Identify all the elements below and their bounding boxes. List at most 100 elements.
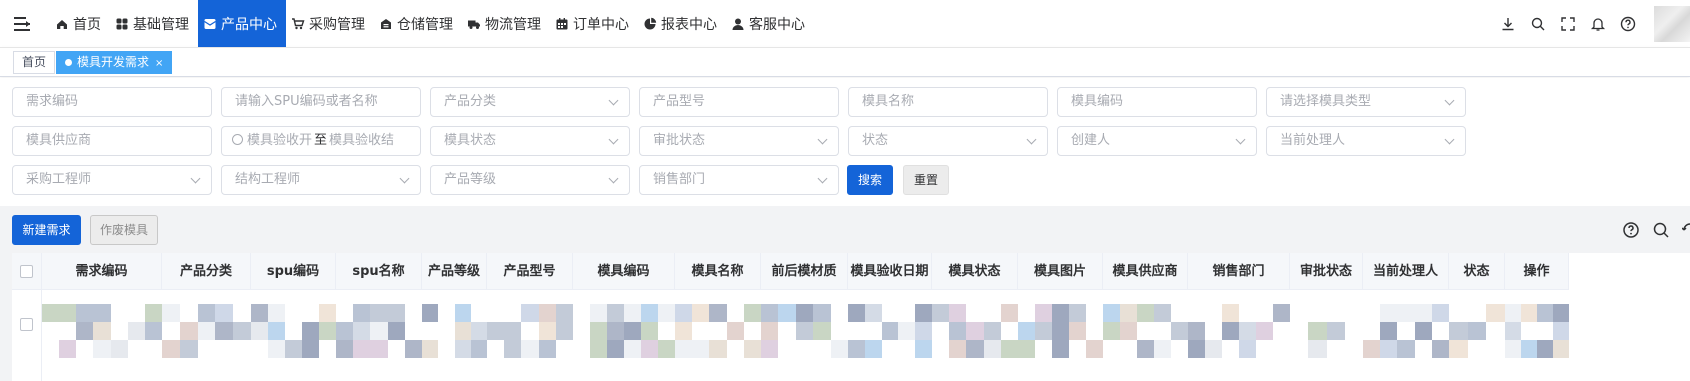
blurred-cell-content <box>370 340 388 358</box>
filter-select-row2-3[interactable]: 审批状态 <box>639 126 839 156</box>
filter-select-row1-6[interactable]: 请选择模具类型 <box>1266 87 1466 117</box>
blurred-cell-content <box>268 304 285 322</box>
filter-placeholder: 模具状态 <box>444 133 497 148</box>
collapse-sidebar-icon[interactable] <box>14 16 36 32</box>
search-icon[interactable] <box>1530 16 1546 32</box>
filter-input-row1-5[interactable]: 模具编码 <box>1057 87 1257 117</box>
blurred-cell-content <box>454 322 471 340</box>
blurred-cell-content <box>949 322 967 340</box>
blurred-cell-content <box>387 304 405 322</box>
blurred-cell-content <box>949 340 967 358</box>
blurred-cell-content <box>675 304 693 322</box>
column-header-3: spu名称 <box>336 253 422 290</box>
filter-input-row1-3[interactable]: 产品型号 <box>639 87 839 117</box>
column-header-11: 模具图片 <box>1018 253 1103 290</box>
blurred-cell-content <box>59 340 77 358</box>
blurred-cell-content <box>624 322 641 340</box>
column-header-14: 审批状态 <box>1290 253 1363 290</box>
tag-mold-demand[interactable]: 模具开发需求 × <box>56 51 173 74</box>
table-row[interactable] <box>12 290 1690 381</box>
new-demand-button[interactable]: 新建需求 <box>12 215 81 245</box>
nav-item-2[interactable]: 产品中心 <box>198 0 286 47</box>
blurred-cell-content <box>761 322 779 340</box>
nav-item-1[interactable]: 基础管理 <box>110 0 198 47</box>
blurred-cell-content <box>915 340 932 358</box>
blurred-cell-content <box>251 322 268 340</box>
filter-input-row1-0[interactable]: 需求编码 <box>12 87 212 117</box>
nav-item-7[interactable]: 报表中心 <box>638 0 726 47</box>
select-all-checkbox[interactable] <box>20 265 33 278</box>
column-header-6: 模具编码 <box>573 253 675 290</box>
nav-item-0[interactable]: 首页 <box>50 0 110 47</box>
blurred-cell-content <box>675 322 693 340</box>
filter-input-row1-4[interactable]: 模具名称 <box>848 87 1048 117</box>
blurred-cell-content <box>285 340 302 358</box>
blurred-cell-content <box>127 322 145 340</box>
search-button[interactable]: 搜索 <box>847 165 893 195</box>
blurred-cell-content <box>1521 304 1537 322</box>
bell-icon[interactable] <box>1590 16 1606 32</box>
blurred-cell-content <box>422 304 439 322</box>
column-header-16: 状态 <box>1449 253 1505 290</box>
blurred-cell-content <box>1449 322 1468 340</box>
main-menu: 首页 基础管理 产品中心 采购管理 仓储管理 物流管理 订单中心 报表中心 客服中心 <box>50 0 814 47</box>
table-section: 新建需求 作废模具 需求编码 产品分类 spu编码 spu名称 产品等级 产品型号 模具编码… <box>0 206 1690 381</box>
filter-placeholder: 当前处理人 <box>1280 133 1346 148</box>
avatar[interactable] <box>1654 5 1690 42</box>
blurred-cell-content <box>590 340 607 358</box>
filter-placeholder: 产品分类 <box>444 94 497 109</box>
blurred-cell-content <box>179 340 198 358</box>
reset-button[interactable]: 重置 <box>903 165 949 195</box>
blurred-cell-content <box>1052 340 1069 358</box>
calendar-icon <box>555 17 569 31</box>
filter-select-row3-1[interactable]: 结构工程师 <box>221 165 421 195</box>
help-icon[interactable] <box>1620 16 1636 32</box>
blurred-cell-content <box>197 322 216 340</box>
close-icon[interactable]: × <box>155 58 163 69</box>
filter-select-row3-3[interactable]: 销售部门 <box>639 165 839 195</box>
refresh-icon[interactable] <box>1682 221 1690 239</box>
filter-select-row2-6[interactable]: 当前处理人 <box>1266 126 1466 156</box>
search-icon[interactable] <box>1652 221 1670 239</box>
filter-input-row1-1[interactable]: 请输入SPU编码或者名称 <box>221 87 421 117</box>
column-header-17: 操作 <box>1505 253 1569 290</box>
blurred-cell-content <box>864 340 882 358</box>
blurred-cell-content <box>422 340 439 358</box>
filter-select-row2-5[interactable]: 创建人 <box>1057 126 1257 156</box>
filter-select-row2-4[interactable]: 状态 <box>848 126 1048 156</box>
void-mold-button[interactable]: 作废模具 <box>90 215 158 245</box>
blurred-cell-content <box>1052 304 1069 322</box>
nav-item-6[interactable]: 订单中心 <box>550 0 638 47</box>
tag-home[interactable]: 首页 <box>13 51 56 74</box>
help-icon[interactable] <box>1622 221 1640 239</box>
filter-select-row3-2[interactable]: 产品等级 <box>430 165 630 195</box>
blurred-cell-content <box>268 322 285 340</box>
blurred-cell-content <box>302 340 319 358</box>
blurred-cell-content <box>1467 322 1487 340</box>
download-icon[interactable] <box>1500 16 1516 32</box>
column-header-10: 模具状态 <box>932 253 1018 290</box>
blurred-cell-content <box>1205 340 1222 358</box>
row-checkbox[interactable] <box>20 318 33 331</box>
blurred-cell-content <box>915 304 932 322</box>
blurred-cell-content <box>1326 322 1345 340</box>
blurred-cell-content <box>1256 322 1273 340</box>
nav-item-5[interactable]: 物流管理 <box>462 0 550 47</box>
nav-item-3[interactable]: 采购管理 <box>286 0 374 47</box>
fullscreen-icon[interactable] <box>1560 16 1576 32</box>
table-header: 需求编码 产品分类 spu编码 spu名称 产品等级 产品型号 模具编码 模具名称 前后模材质模… <box>12 253 1569 290</box>
blurred-cell-content <box>1521 340 1537 358</box>
filter-select-row1-2[interactable]: 产品分类 <box>430 87 630 117</box>
nav-item-4[interactable]: 仓储管理 <box>374 0 462 47</box>
filter-placeholder: 审批状态 <box>653 133 706 148</box>
filter-select-row2-2[interactable]: 模具状态 <box>430 126 630 156</box>
filter-input-row2-0[interactable]: 模具供应商 <box>12 126 212 156</box>
date-start-placeholder: 模具验收开 <box>247 133 313 148</box>
filter-placeholder: 销售部门 <box>653 172 706 187</box>
accept-date-range-picker[interactable]: 模具验收开至模具验收结 <box>221 126 421 156</box>
filter-select-row3-0[interactable]: 采购工程师 <box>12 165 212 195</box>
filter-placeholder: 请输入SPU编码或者名称 <box>235 94 378 109</box>
blurred-cell-content <box>538 340 556 358</box>
blurred-cell-content <box>538 304 556 322</box>
nav-item-8[interactable]: 客服中心 <box>726 0 814 47</box>
